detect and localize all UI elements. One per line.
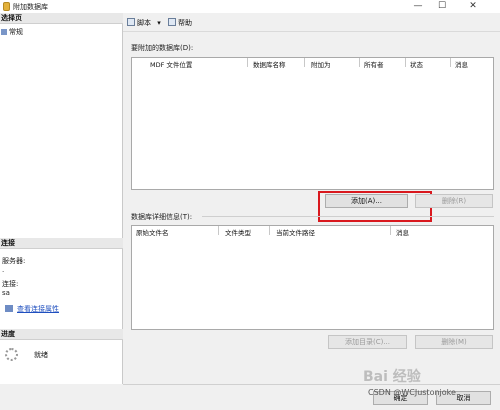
column-divider bbox=[390, 226, 391, 235]
left-panel: 选择页 常规 连接 服务器: . 连接: sa 查看连接属性 进度 就绪 bbox=[0, 13, 123, 384]
toolbar: 脚本 ▾ 帮助 bbox=[123, 13, 500, 32]
server-value: . bbox=[2, 266, 5, 274]
view-connection-properties-label: 查看连接属性 bbox=[17, 305, 59, 313]
column-header[interactable]: 当前文件路径 bbox=[276, 227, 315, 237]
script-button[interactable]: 脚本 ▾ bbox=[127, 18, 161, 28]
close-button[interactable]: ✕ bbox=[462, 0, 484, 13]
column-header[interactable]: MDF 文件位置 bbox=[150, 59, 192, 69]
column-header[interactable]: 消息 bbox=[455, 59, 468, 69]
pages-header: 选择页 bbox=[0, 13, 123, 24]
column-divider bbox=[304, 58, 305, 67]
page-item-general[interactable]: 常规 bbox=[1, 27, 23, 37]
databases-to-attach-label: 要附加的数据库(D): bbox=[131, 44, 194, 52]
progress-status: 就绪 bbox=[34, 351, 48, 359]
column-divider bbox=[269, 226, 270, 235]
database-details-label: 数据库详细信息(T): bbox=[131, 213, 193, 221]
connection-label: 连接: bbox=[2, 280, 19, 288]
help-button[interactable]: 帮助 bbox=[168, 18, 192, 28]
databases-to-attach-grid[interactable]: MDF 文件位置 数据库名称 附加为 所有者 状态 消息 bbox=[131, 57, 494, 190]
column-divider bbox=[247, 58, 248, 67]
script-label: 脚本 bbox=[137, 19, 151, 27]
column-divider bbox=[218, 226, 219, 235]
section-divider bbox=[202, 216, 494, 217]
column-header[interactable]: 原始文件名 bbox=[136, 227, 169, 237]
server-label: 服务器: bbox=[2, 257, 26, 265]
chevron-down-icon[interactable]: ▾ bbox=[157, 19, 161, 27]
minimize-button[interactable]: — bbox=[407, 0, 429, 13]
view-connection-properties-link[interactable]: 查看连接属性 bbox=[5, 304, 59, 314]
column-header[interactable]: 所有者 bbox=[364, 59, 384, 69]
attach-database-window: 附加数据库 — ☐ ✕ 选择页 常规 连接 服务器: . 连接: sa 查看连接… bbox=[0, 0, 500, 410]
grid-header: 原始文件名 文件类型 当前文件路径 消息 bbox=[132, 226, 493, 237]
column-header[interactable]: 数据库名称 bbox=[253, 59, 286, 69]
watermark: Bai 经验 bbox=[363, 369, 421, 385]
progress-spinner-icon bbox=[5, 348, 18, 361]
properties-icon bbox=[5, 305, 13, 312]
column-header[interactable]: 状态 bbox=[410, 59, 423, 69]
column-divider bbox=[359, 58, 360, 67]
csdn-credit: CSDN @WCJustonjoke bbox=[368, 388, 456, 397]
footer-divider bbox=[123, 384, 500, 385]
progress-header: 进度 bbox=[0, 329, 123, 340]
grid-header: MDF 文件位置 数据库名称 附加为 所有者 状态 消息 bbox=[132, 58, 493, 69]
help-label: 帮助 bbox=[178, 19, 192, 27]
column-header[interactable]: 消息 bbox=[396, 227, 409, 237]
window-title: 附加数据库 bbox=[13, 3, 48, 11]
title-bar: 附加数据库 — ☐ ✕ bbox=[0, 0, 500, 13]
column-divider bbox=[405, 58, 406, 67]
remove-button[interactable]: 删除(R) bbox=[415, 194, 493, 208]
add-button[interactable]: 添加(A)... bbox=[325, 194, 408, 208]
script-icon bbox=[127, 18, 135, 26]
column-header[interactable]: 附加为 bbox=[311, 59, 331, 69]
remove-details-button[interactable]: 删除(M) bbox=[415, 335, 493, 349]
database-icon bbox=[3, 2, 10, 11]
database-details-grid[interactable]: 原始文件名 文件类型 当前文件路径 消息 bbox=[131, 225, 494, 330]
column-header[interactable]: 文件类型 bbox=[225, 227, 251, 237]
maximize-button[interactable]: ☐ bbox=[431, 0, 453, 13]
column-divider bbox=[450, 58, 451, 67]
connection-value: sa bbox=[2, 289, 10, 297]
page-item-label: 常规 bbox=[9, 28, 23, 36]
page-icon bbox=[1, 29, 7, 35]
add-catalog-button[interactable]: 添加目录(C)... bbox=[328, 335, 407, 349]
help-icon bbox=[168, 18, 176, 26]
connection-header: 连接 bbox=[0, 238, 123, 249]
